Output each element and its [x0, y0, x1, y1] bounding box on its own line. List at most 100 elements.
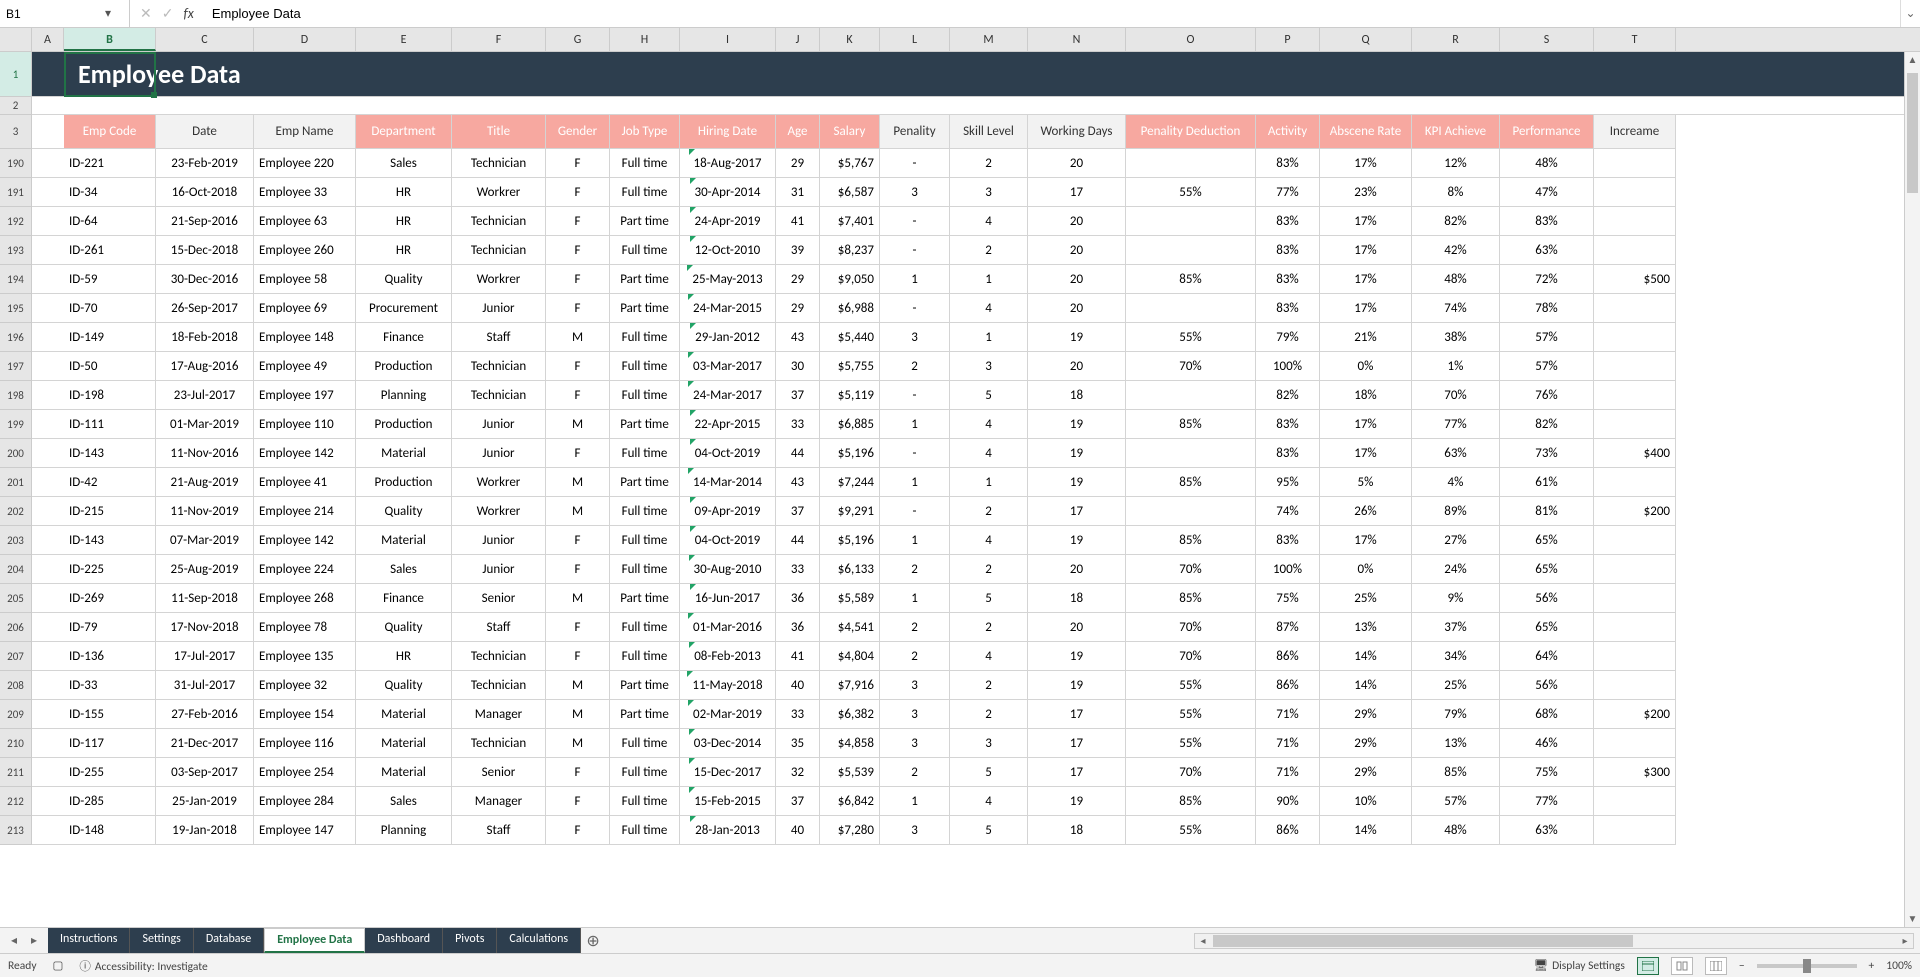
cell[interactable]: -: [880, 439, 950, 468]
cell[interactable]: [32, 97, 1920, 115]
cell[interactable]: Material: [356, 729, 452, 758]
cell[interactable]: 39: [776, 236, 820, 265]
cell[interactable]: 82%: [1412, 207, 1500, 236]
cell[interactable]: [1594, 236, 1676, 265]
accept-formula-icon[interactable]: ✓: [162, 5, 174, 22]
cell[interactable]: 17: [1028, 729, 1126, 758]
cell[interactable]: Employee 41: [254, 468, 356, 497]
cell[interactable]: 76%: [1500, 381, 1594, 410]
cell[interactable]: 33: [776, 700, 820, 729]
cell[interactable]: Full time: [610, 729, 680, 758]
cell[interactable]: 82%: [1256, 381, 1320, 410]
cell[interactable]: 4%: [1412, 468, 1500, 497]
cell[interactable]: 85%: [1126, 584, 1256, 613]
table-header[interactable]: Performance: [1500, 115, 1594, 149]
cell[interactable]: 29: [776, 294, 820, 323]
cell[interactable]: 4: [950, 439, 1028, 468]
cell[interactable]: ID-50: [64, 352, 156, 381]
table-header[interactable]: Skill Level: [950, 115, 1028, 149]
cell[interactable]: 20: [1028, 149, 1126, 178]
cell[interactable]: 86%: [1256, 642, 1320, 671]
cell[interactable]: F: [546, 178, 610, 207]
cell[interactable]: Employee 254: [254, 758, 356, 787]
column-header-L[interactable]: L: [880, 28, 950, 51]
cell[interactable]: 4: [950, 642, 1028, 671]
cell[interactable]: 40: [776, 816, 820, 845]
cell[interactable]: Employee 147: [254, 816, 356, 845]
cell[interactable]: ID-225: [64, 555, 156, 584]
table-header[interactable]: Age: [776, 115, 820, 149]
scroll-down-icon[interactable]: ▼: [1905, 911, 1920, 927]
cell[interactable]: 3: [880, 729, 950, 758]
cell[interactable]: Full time: [610, 236, 680, 265]
column-header-O[interactable]: O: [1126, 28, 1256, 51]
cell[interactable]: Employee 135: [254, 642, 356, 671]
cell[interactable]: 71%: [1256, 758, 1320, 787]
cell[interactable]: 30-Dec-2016: [156, 265, 254, 294]
cell[interactable]: 1: [950, 468, 1028, 497]
cell[interactable]: 48%: [1412, 816, 1500, 845]
cancel-formula-icon[interactable]: ✕: [140, 5, 152, 22]
column-header-D[interactable]: D: [254, 28, 356, 51]
cell[interactable]: [32, 207, 64, 236]
cell[interactable]: [32, 294, 64, 323]
cell[interactable]: 61%: [1500, 468, 1594, 497]
cell[interactable]: 17%: [1320, 294, 1412, 323]
cell[interactable]: 19: [1028, 526, 1126, 555]
cell[interactable]: 85%: [1126, 410, 1256, 439]
cell[interactable]: 2: [880, 642, 950, 671]
cell[interactable]: $5,755: [820, 352, 880, 381]
cell[interactable]: 95%: [1256, 468, 1320, 497]
cell[interactable]: 36: [776, 613, 820, 642]
cell[interactable]: [32, 555, 64, 584]
cell[interactable]: -: [880, 497, 950, 526]
row-header[interactable]: 205: [0, 584, 32, 613]
grid-body[interactable]: 1 Employee Data 2 3 Emp CodeDateEmp Name…: [0, 52, 1920, 927]
cell[interactable]: Full time: [610, 381, 680, 410]
cell[interactable]: 17: [1028, 497, 1126, 526]
cell[interactable]: $4,541: [820, 613, 880, 642]
row-header[interactable]: 191: [0, 178, 32, 207]
cell[interactable]: 43: [776, 323, 820, 352]
cell[interactable]: [1594, 642, 1676, 671]
cell[interactable]: 5: [950, 816, 1028, 845]
cell[interactable]: 32: [776, 758, 820, 787]
cell[interactable]: [32, 642, 64, 671]
cell[interactable]: 17%: [1320, 265, 1412, 294]
cell[interactable]: 83%: [1256, 526, 1320, 555]
cell[interactable]: F: [546, 787, 610, 816]
column-header-G[interactable]: G: [546, 28, 610, 51]
cell[interactable]: ID-42: [64, 468, 156, 497]
row-header[interactable]: 200: [0, 439, 32, 468]
cell[interactable]: 36: [776, 584, 820, 613]
cell[interactable]: Employee 116: [254, 729, 356, 758]
row-header[interactable]: 213: [0, 816, 32, 845]
expand-formula-bar-icon[interactable]: ⌄: [1900, 0, 1920, 27]
cell[interactable]: [1594, 555, 1676, 584]
cell[interactable]: 64%: [1500, 642, 1594, 671]
cell[interactable]: 83%: [1256, 149, 1320, 178]
cell[interactable]: 07-Mar-2019: [156, 526, 254, 555]
cell[interactable]: Workrer: [452, 265, 546, 294]
cell[interactable]: Staff: [452, 816, 546, 845]
cell[interactable]: 4: [950, 294, 1028, 323]
cell[interactable]: 72%: [1500, 265, 1594, 294]
cell[interactable]: Workrer: [452, 178, 546, 207]
cell[interactable]: [1126, 236, 1256, 265]
row-header[interactable]: 202: [0, 497, 32, 526]
cell[interactable]: 42%: [1412, 236, 1500, 265]
cell[interactable]: Planning: [356, 816, 452, 845]
cell[interactable]: F: [546, 381, 610, 410]
cell[interactable]: 1: [950, 323, 1028, 352]
cell[interactable]: 74%: [1256, 497, 1320, 526]
cell[interactable]: [32, 439, 64, 468]
cell[interactable]: [1594, 787, 1676, 816]
cell[interactable]: [32, 381, 64, 410]
cell[interactable]: 1: [950, 265, 1028, 294]
cell[interactable]: [32, 265, 64, 294]
table-header[interactable]: Penality: [880, 115, 950, 149]
cell[interactable]: 2: [950, 700, 1028, 729]
cell[interactable]: 17: [1028, 178, 1126, 207]
cell[interactable]: 1: [880, 468, 950, 497]
cell[interactable]: Full time: [610, 439, 680, 468]
